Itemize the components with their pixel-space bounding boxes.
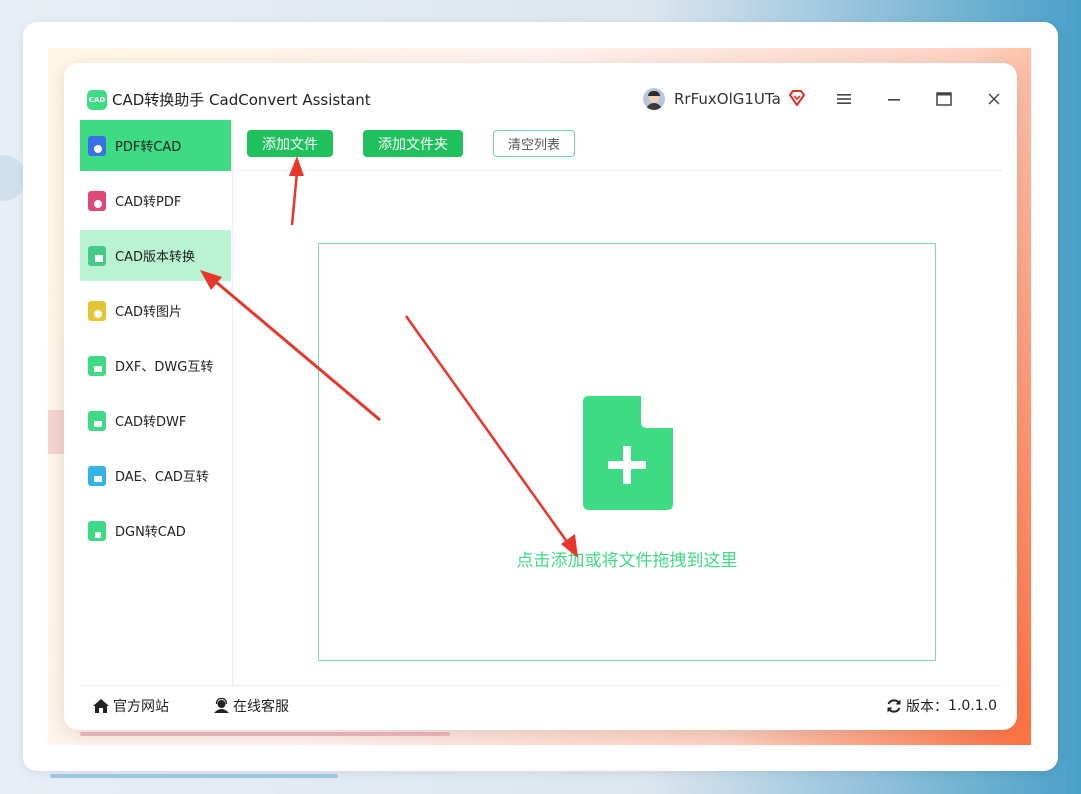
app-logo: CAD bbox=[87, 90, 107, 110]
title-bar[interactable]: CAD CAD转换助手 CadConvert Assistant RrFuxOl… bbox=[64, 63, 1017, 119]
maximize-button[interactable] bbox=[932, 87, 956, 111]
sidebar-item-dgn-to-cad[interactable]: DGN转CAD bbox=[80, 505, 231, 556]
vip-diamond-icon[interactable] bbox=[787, 88, 807, 108]
sidebar-item-cad-to-pdf[interactable]: CAD转PDF bbox=[80, 175, 231, 226]
headset-icon bbox=[214, 698, 229, 713]
official-website-label: 官方网站 bbox=[113, 699, 169, 715]
official-website-link[interactable]: 官方网站 bbox=[92, 696, 169, 716]
app-title: CAD转换助手 CadConvert Assistant bbox=[112, 91, 371, 109]
image-file-icon bbox=[88, 300, 106, 321]
dwf-file-icon bbox=[88, 410, 106, 431]
minimize-button[interactable] bbox=[882, 87, 906, 111]
username[interactable]: RrFuxOlG1UTa bbox=[674, 90, 781, 108]
background-decoration bbox=[80, 732, 450, 736]
version-info: 版本： 1.0.1.0 bbox=[886, 696, 997, 716]
sidebar: PDF转CAD CAD转PDF CAD版本转换 CAD转图片 DXF、DWG互转… bbox=[80, 120, 233, 685]
toolbar: 添加文件 添加文件夹 清空列表 bbox=[232, 120, 1002, 171]
file-drop-zone[interactable]: 点击添加或将文件拖拽到这里 bbox=[318, 243, 936, 661]
sidebar-item-pdf-to-cad[interactable]: PDF转CAD bbox=[80, 120, 231, 171]
footer: 官方网站 在线客服 版本： 1.0.1.0 bbox=[80, 685, 1001, 730]
sidebar-item-cad-to-dwf[interactable]: CAD转DWF bbox=[80, 395, 231, 446]
dgn-file-icon bbox=[88, 520, 106, 541]
online-support-link[interactable]: 在线客服 bbox=[213, 696, 289, 716]
sidebar-item-dae-cad[interactable]: DAE、CAD互转 bbox=[80, 450, 231, 501]
version-number: 1.0.1.0 bbox=[948, 698, 997, 714]
background-decoration bbox=[50, 774, 338, 778]
dxf-file-icon bbox=[88, 355, 106, 376]
pdf-file-icon bbox=[88, 135, 106, 156]
sidebar-item-label: CAD转图片 bbox=[115, 305, 182, 320]
drop-hint: 点击添加或将文件拖拽到这里 bbox=[516, 551, 738, 571]
minimize-icon bbox=[888, 99, 900, 101]
close-icon bbox=[988, 93, 1000, 105]
sidebar-item-label: DXF、DWG互转 bbox=[115, 360, 214, 375]
home-icon bbox=[93, 699, 109, 713]
hamburger-icon bbox=[837, 94, 851, 104]
cad-file-icon bbox=[88, 190, 106, 211]
avatar[interactable] bbox=[643, 88, 665, 110]
sidebar-item-label: CAD转DWF bbox=[115, 415, 187, 430]
sidebar-item-dxf-dwg[interactable]: DXF、DWG互转 bbox=[80, 340, 231, 391]
menu-button[interactable] bbox=[832, 87, 856, 111]
refresh-icon[interactable] bbox=[886, 698, 902, 714]
dae-file-icon bbox=[88, 465, 106, 486]
online-support-label: 在线客服 bbox=[233, 699, 289, 715]
app-window: CAD CAD转换助手 CadConvert Assistant RrFuxOl… bbox=[64, 63, 1017, 730]
version-label: 版本： bbox=[906, 699, 949, 715]
sidebar-item-label: DGN转CAD bbox=[115, 525, 186, 540]
sidebar-item-label: CAD版本转换 bbox=[115, 250, 195, 265]
add-file-icon[interactable] bbox=[583, 396, 673, 510]
close-button[interactable] bbox=[982, 87, 1006, 111]
sidebar-item-label: DAE、CAD互转 bbox=[115, 470, 209, 485]
maximize-icon bbox=[936, 92, 952, 106]
version-file-icon bbox=[88, 245, 106, 266]
clear-list-button[interactable]: 清空列表 bbox=[493, 130, 575, 157]
add-folder-button[interactable]: 添加文件夹 bbox=[363, 130, 463, 157]
add-file-button[interactable]: 添加文件 bbox=[247, 130, 333, 157]
sidebar-item-cad-to-image[interactable]: CAD转图片 bbox=[80, 285, 231, 336]
sidebar-item-label: PDF转CAD bbox=[115, 140, 182, 155]
sidebar-item-label: CAD转PDF bbox=[115, 195, 182, 210]
sidebar-item-cad-version[interactable]: CAD版本转换 bbox=[80, 230, 231, 281]
